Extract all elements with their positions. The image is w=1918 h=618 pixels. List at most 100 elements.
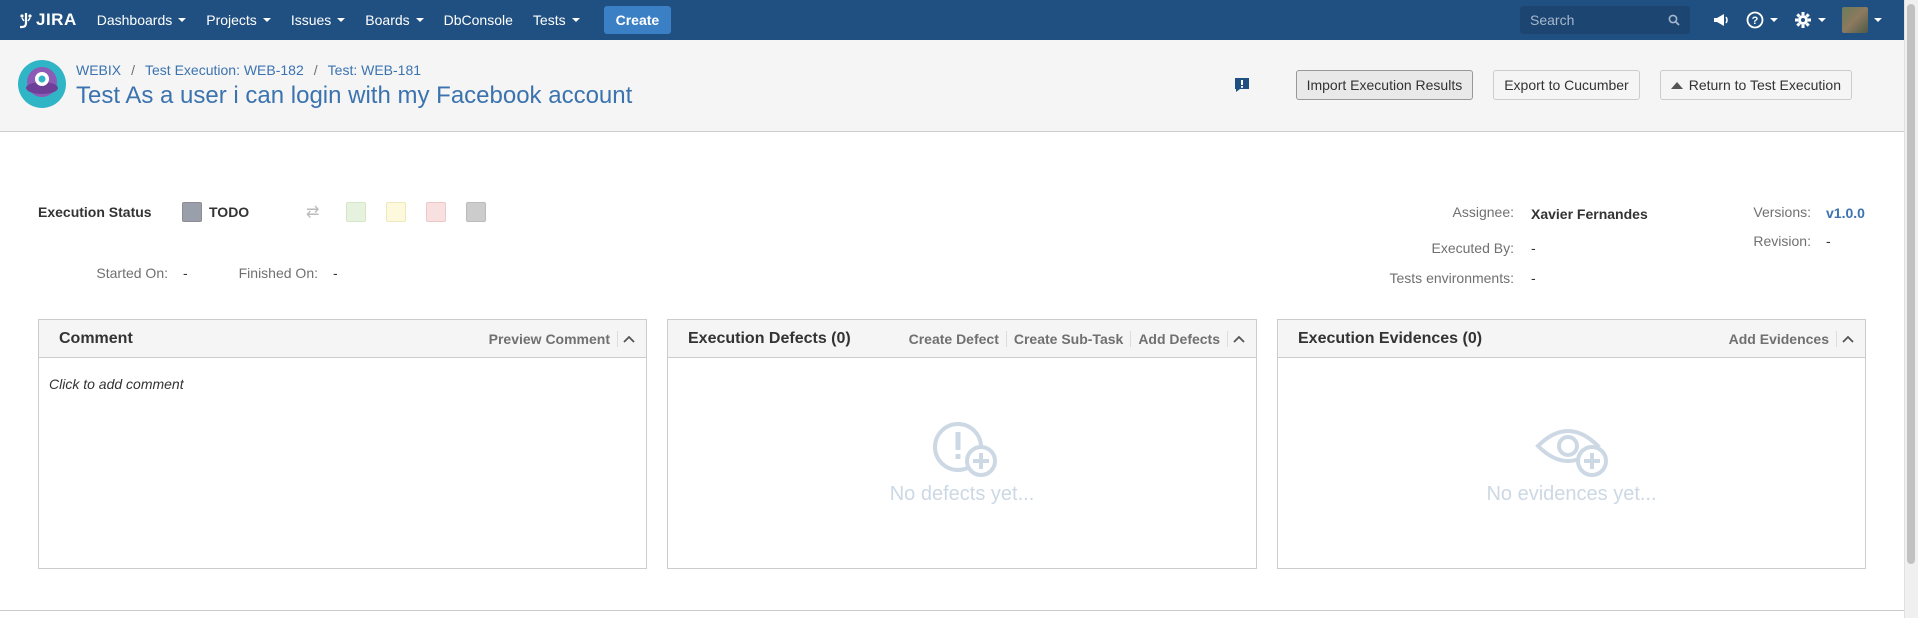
breadcrumb-test-execution[interactable]: Test Execution: WEB-182	[145, 62, 304, 78]
project-avatar-icon[interactable]	[18, 60, 66, 108]
nav-dashboards[interactable]: Dashboards	[97, 12, 187, 28]
chevron-up-icon[interactable]	[1837, 328, 1859, 350]
scrollbar-thumb[interactable]	[1907, 4, 1915, 564]
chevron-down-icon	[1874, 18, 1882, 22]
nav-tests-label: Tests	[532, 12, 566, 28]
announcement-icon[interactable]	[1712, 12, 1730, 28]
add-defects-link[interactable]: Add Defects	[1131, 330, 1228, 347]
chevron-down-icon	[571, 18, 580, 22]
versions-value[interactable]: v1.0.0	[1826, 205, 1865, 221]
vertical-scrollbar[interactable]	[1904, 0, 1918, 618]
create-sub-task-link[interactable]: Create Sub-Task	[1007, 330, 1132, 347]
nav-issues-label: Issues	[290, 12, 332, 28]
breadcrumb: WEBIX / Test Execution: WEB-182 / Test: WEB-…	[76, 62, 421, 78]
nav-menu: Dashboards Projects Issues Boards DbCons…	[97, 6, 672, 34]
assignee-label: Assignee:	[1452, 204, 1514, 220]
comment-panel-header: Comment Preview Comment	[39, 320, 646, 358]
status-aborted-swatch[interactable]	[466, 202, 486, 222]
search-placeholder: Search	[1530, 12, 1575, 28]
chevron-down-icon	[337, 18, 346, 22]
add-evidences-link[interactable]: Add Evidences	[1722, 330, 1837, 347]
comment-input[interactable]: Click to add comment	[39, 358, 646, 410]
evidences-panel-title: Execution Evidences (0)	[1298, 329, 1483, 347]
nav-boards[interactable]: Boards	[365, 12, 424, 28]
nav-dashboards-label: Dashboards	[96, 12, 173, 28]
logo-text: JIRA	[36, 10, 77, 29]
versions-label: Versions:	[1753, 204, 1811, 220]
chevron-down-icon	[262, 18, 271, 22]
nav-projects[interactable]: Projects	[206, 12, 271, 28]
nav-dbconsole[interactable]: DbConsole	[444, 12, 513, 28]
return-label: Return to Test Execution	[1688, 77, 1841, 93]
status-fail-swatch[interactable]	[426, 202, 446, 222]
svg-text:?: ?	[1752, 15, 1759, 27]
executed-by-label: Executed By:	[1431, 240, 1515, 256]
gear-icon[interactable]	[1794, 11, 1826, 29]
chevron-up-icon[interactable]	[618, 328, 640, 350]
nav-dbconsole-label: DbConsole	[443, 12, 513, 28]
return-to-test-execution-button[interactable]: Return to Test Execution	[1659, 70, 1852, 100]
breadcrumb-separator: /	[131, 62, 136, 78]
chevron-down-icon	[415, 18, 424, 22]
evidences-panel-header: Execution Evidences (0) Add Evidences	[1278, 320, 1865, 358]
nav-right: Search ?	[1520, 0, 1904, 40]
evidences-empty-text: No evidences yet...	[1486, 483, 1657, 505]
status-value[interactable]: TODO	[209, 204, 249, 220]
revision-label: Revision:	[1753, 233, 1811, 249]
jira-logo[interactable]: JIRA	[18, 10, 77, 30]
comment-panel: Comment Preview Comment Click to add com…	[38, 319, 647, 569]
defects-empty-text: No defects yet...	[889, 483, 1035, 505]
nav-tests[interactable]: Tests	[533, 12, 580, 28]
revision-value: -	[1826, 233, 1831, 249]
finished-on-value: -	[333, 265, 338, 281]
jira-logo-icon	[20, 13, 32, 29]
help-icon[interactable]: ?	[1746, 11, 1778, 29]
page-divider	[0, 610, 1904, 611]
add-evidence-icon	[1534, 429, 1608, 477]
breadcrumb-test[interactable]: Test: WEB-181	[328, 62, 421, 78]
tests-environments-label: Tests environments:	[1389, 270, 1515, 286]
defects-panel-title: Execution Defects (0)	[688, 329, 851, 347]
top-nav: JIRA Dashboards Projects Issues Boards D…	[0, 0, 1904, 40]
finished-on-label: Finished On:	[238, 265, 318, 281]
nav-boards-label: Boards	[365, 12, 410, 28]
defects-panel-header: Execution Defects (0) Create Defect Crea…	[668, 320, 1256, 358]
comment-panel-actions: Preview Comment	[482, 328, 640, 350]
status-pass-swatch[interactable]	[346, 202, 366, 222]
create-defect-link[interactable]: Create Defect	[902, 330, 1007, 347]
chevron-down-icon	[1770, 18, 1778, 22]
arrow-up-icon	[1670, 81, 1683, 89]
assignee-value[interactable]: Xavier Fernandes	[1531, 206, 1648, 222]
chevron-down-icon	[1818, 18, 1826, 22]
export-to-cucumber-button[interactable]: Export to Cucumber	[1493, 70, 1640, 100]
tests-environments-value: -	[1531, 270, 1536, 286]
header-actions: Import Execution Results Export to Cucum…	[1234, 70, 1852, 100]
swap-icon[interactable]: ⇄	[306, 202, 319, 222]
user-menu[interactable]	[1842, 7, 1882, 33]
defects-empty-state: No defects yet...	[668, 420, 1256, 506]
evidences-empty-state: No evidences yet...	[1278, 420, 1865, 506]
nav-projects-label: Projects	[206, 12, 257, 28]
page-title[interactable]: Test As a user i can login with my Faceb…	[76, 82, 632, 110]
executed-by-value: -	[1531, 240, 1536, 256]
preview-comment-link[interactable]: Preview Comment	[482, 330, 618, 347]
execution-status-label: Execution Status	[38, 204, 152, 220]
page-header: WEBIX / Test Execution: WEB-182 / Test: WEB-…	[0, 40, 1904, 132]
search-input[interactable]: Search	[1520, 6, 1690, 34]
chevron-down-icon	[178, 18, 187, 22]
breadcrumb-project[interactable]: WEBIX	[76, 62, 121, 78]
evidences-panel-actions: Add Evidences	[1722, 328, 1859, 350]
status-executing-swatch[interactable]	[386, 202, 406, 222]
create-button[interactable]: Create	[603, 6, 672, 34]
feedback-icon[interactable]	[1234, 77, 1250, 93]
add-defect-icon	[933, 422, 997, 477]
breadcrumb-separator: /	[313, 62, 318, 78]
defects-panel: Execution Defects (0) Create Defect Crea…	[667, 319, 1257, 569]
status-badge	[182, 202, 202, 222]
import-execution-results-button[interactable]: Import Execution Results	[1295, 70, 1474, 100]
search-icon	[1668, 14, 1680, 26]
nav-issues[interactable]: Issues	[290, 12, 346, 28]
chevron-up-icon[interactable]	[1228, 328, 1250, 350]
avatar	[1842, 7, 1868, 33]
started-on-value: -	[183, 265, 188, 281]
